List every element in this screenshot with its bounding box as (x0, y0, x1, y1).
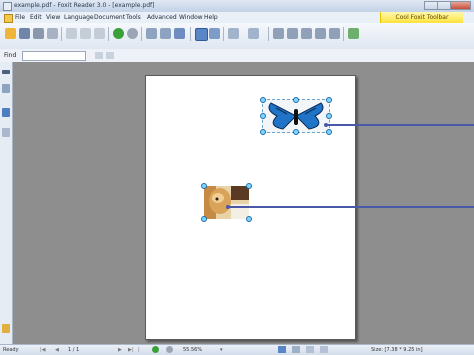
resize-handle[interactable] (201, 216, 207, 222)
facing-icon[interactable] (306, 346, 314, 353)
first-page-icon[interactable] (66, 28, 77, 39)
resize-handle[interactable] (293, 129, 299, 135)
rotate-left-icon[interactable] (228, 28, 239, 39)
document-icon[interactable] (4, 14, 13, 23)
main-toolbar (0, 23, 474, 50)
menu-window[interactable]: Window (179, 14, 203, 21)
toolbar-separator (141, 27, 142, 41)
email-icon[interactable] (47, 28, 58, 39)
hand-tool-icon[interactable] (146, 28, 157, 39)
butterfly-image[interactable] (260, 97, 332, 135)
pane-arrow-icon[interactable] (2, 70, 10, 74)
find-toolbar: Find (0, 49, 474, 63)
photo-image[interactable] (201, 183, 252, 222)
callout-line-butterfly (326, 124, 474, 126)
go-forward-icon[interactable] (127, 28, 138, 39)
last-page-icon[interactable]: | (138, 347, 140, 353)
menu-edit[interactable]: Edit (30, 14, 42, 21)
continuous-facing-icon[interactable] (320, 346, 328, 353)
text-viewer-icon[interactable] (315, 28, 326, 39)
next-page-icon[interactable] (94, 28, 105, 39)
select-text-icon[interactable] (160, 28, 171, 39)
resize-handle[interactable] (260, 97, 266, 103)
forward-icon[interactable] (166, 346, 173, 353)
snapshot-icon[interactable] (273, 28, 284, 39)
page-size: Size: [7.38 * 9.25 in] (371, 347, 423, 353)
toolbar-separator (190, 27, 191, 41)
resize-handle[interactable] (260, 113, 266, 119)
typewriter-icon[interactable] (287, 28, 298, 39)
window-controls (424, 1, 471, 10)
status-ready: Ready (3, 347, 19, 353)
photo-icon (204, 186, 249, 219)
app-icon (3, 2, 12, 11)
layers-icon[interactable] (2, 128, 10, 137)
go-back-icon[interactable] (113, 28, 124, 39)
first-page-button[interactable]: |◀ (40, 347, 46, 353)
previous-page-icon[interactable] (80, 28, 91, 39)
find-input[interactable] (22, 51, 86, 61)
zoom-level[interactable]: 55.56% (183, 347, 202, 353)
green-back-icon[interactable] (152, 346, 159, 353)
attachment-icon[interactable] (2, 324, 10, 333)
toolbar-separator (108, 27, 109, 41)
resize-handle[interactable] (246, 216, 252, 222)
resize-handle[interactable] (293, 97, 299, 103)
navigation-pane (0, 62, 13, 344)
menu-language[interactable]: Language (64, 14, 94, 21)
image-icon[interactable] (329, 28, 340, 39)
bookmarks-icon[interactable] (2, 84, 10, 93)
callout-line-photo (228, 206, 474, 208)
single-page-icon[interactable] (278, 346, 286, 353)
pages-icon[interactable] (2, 108, 10, 117)
last-page-button[interactable]: ▶| (128, 347, 134, 353)
menu-help[interactable]: Help (204, 14, 218, 21)
toolbar-separator (343, 27, 344, 41)
toolbar-separator (268, 27, 269, 41)
resize-handle[interactable] (326, 113, 332, 119)
toolbar-separator (223, 27, 224, 41)
fit-page-icon[interactable] (195, 28, 208, 41)
rotate-right-icon[interactable] (248, 28, 259, 39)
resize-handle[interactable] (201, 183, 207, 189)
resize-handle[interactable] (246, 183, 252, 189)
maximize-button[interactable] (436, 1, 451, 10)
toolbar-separator (61, 27, 62, 41)
zoom-dropdown-icon[interactable]: ▾ (220, 347, 223, 353)
fit-width-icon[interactable] (209, 28, 220, 39)
menu-advanced[interactable]: Advanced (147, 14, 177, 21)
page-number[interactable]: 1 / 1 (68, 347, 79, 353)
binoculars-icon[interactable] (301, 28, 312, 39)
menu-document[interactable]: Document (94, 14, 125, 21)
resize-handle[interactable] (326, 97, 332, 103)
zoom-icon[interactable] (174, 28, 185, 39)
find-next-icon[interactable] (106, 52, 114, 59)
previous-page-button[interactable]: ◀ (55, 347, 59, 353)
resize-handle[interactable] (326, 129, 332, 135)
menu-view[interactable]: View (46, 14, 60, 21)
print-icon[interactable] (33, 28, 44, 39)
cool-toolbar-banner[interactable]: Cool Foxit Toolbar (380, 12, 463, 23)
next-page-button[interactable]: ▶ (118, 347, 122, 353)
status-bar: Ready |◀ ◀ 1 / 1 ▶ ▶| | 55.56% ▾ Size: [… (0, 344, 474, 355)
menu-file[interactable]: File (15, 14, 25, 21)
panel-icon[interactable] (348, 28, 359, 39)
save-icon[interactable] (19, 28, 30, 39)
butterfly-icon (268, 102, 324, 130)
menu-tools[interactable]: Tools (126, 14, 141, 21)
resize-handle[interactable] (260, 129, 266, 135)
continuous-icon[interactable] (292, 346, 300, 353)
find-label: Find (4, 52, 17, 59)
minimize-button[interactable] (424, 1, 438, 10)
close-button[interactable] (449, 1, 471, 10)
window-title: example.pdf - Foxit Reader 3.0 - [exampl… (14, 2, 155, 9)
find-previous-icon[interactable] (95, 52, 103, 59)
open-icon[interactable] (5, 28, 16, 39)
